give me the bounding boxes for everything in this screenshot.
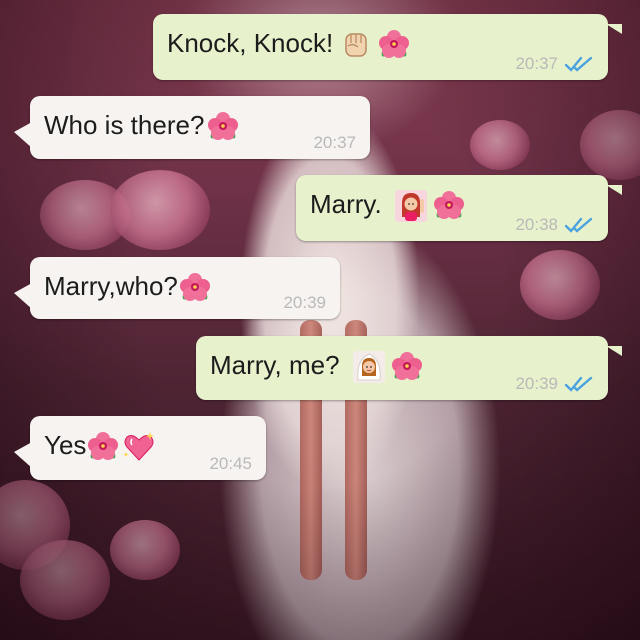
- double-check-icon: [564, 217, 593, 233]
- message-bubble-outgoing[interactable]: Marry, me? 20:39: [196, 336, 622, 400]
- timestamp: 20:39: [515, 374, 558, 393]
- message-meta: 20:38: [515, 215, 594, 235]
- message-bubble-incoming[interactable]: Yes 20:45: [14, 416, 266, 480]
- message-text: Knock, Knock!: [167, 28, 334, 58]
- woman-raising-hand-icon: [394, 190, 427, 222]
- chat-thread[interactable]: Knock, Knock! 20:37 Who is there? 20:37 …: [0, 0, 640, 640]
- double-check-icon: [564, 56, 593, 72]
- hibiscus-icon: [379, 30, 410, 58]
- timestamp: 20:38: [515, 215, 558, 234]
- timestamp: 20:37: [313, 133, 356, 152]
- message-text: Marry, me?: [210, 350, 340, 380]
- hibiscus-icon: [179, 273, 210, 301]
- sparkling-heart-icon: [123, 432, 155, 461]
- message-meta: 20:39: [283, 293, 326, 313]
- message-meta: 20:45: [209, 454, 252, 474]
- hibiscus-icon: [208, 112, 239, 140]
- raised-fist-icon: [345, 33, 367, 57]
- message-text: Marry.: [310, 189, 382, 219]
- message-text: Yes: [44, 430, 87, 460]
- message-bubble-incoming[interactable]: Who is there? 20:37: [14, 96, 370, 159]
- bride-with-veil-icon: [352, 351, 385, 383]
- message-text: Marry,who?: [44, 271, 178, 301]
- message-bubble-outgoing[interactable]: Marry. 20:38: [296, 175, 622, 241]
- timestamp: 20:37: [515, 54, 558, 73]
- hibiscus-icon: [88, 432, 119, 460]
- timestamp: 20:45: [209, 454, 252, 473]
- message-meta: 20:39: [515, 374, 594, 394]
- message-bubble-incoming[interactable]: Marry,who? 20:39: [14, 257, 340, 319]
- timestamp: 20:39: [283, 293, 326, 312]
- double-check-icon: [564, 376, 593, 392]
- message-meta: 20:37: [313, 133, 356, 153]
- message-bubble-outgoing[interactable]: Knock, Knock! 20:37: [153, 14, 622, 80]
- hibiscus-icon: [391, 352, 422, 380]
- hibiscus-icon: [433, 191, 464, 219]
- message-meta: 20:37: [515, 54, 594, 74]
- message-text: Who is there?: [44, 110, 205, 140]
